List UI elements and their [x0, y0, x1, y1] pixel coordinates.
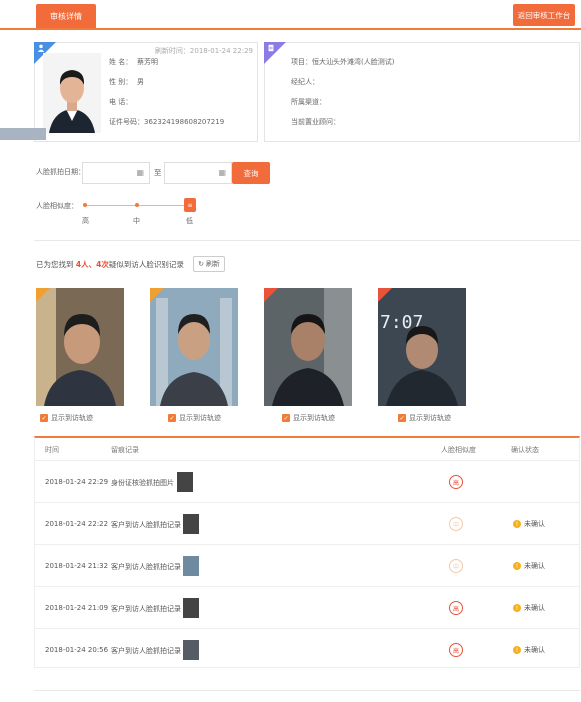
consultant-row: 当前置业顾问： [291, 118, 340, 126]
row-time: 2018-01-24 20:56 [45, 646, 109, 654]
level-low-label: 低 [186, 217, 193, 225]
level-medium-label: 中 [133, 217, 140, 225]
date-filter-label: 人脸抓拍日期： [36, 168, 85, 176]
column-header-record: 留痕记录 [111, 446, 139, 454]
visit-records-table: 时间 留痕记录 人脸相似度 确认状态 2018-01-24 22:29 身份证核… [34, 436, 580, 668]
customer-gender: 男 [137, 78, 144, 86]
tab-review-details[interactable]: 审核详情 [36, 4, 96, 28]
row-status: ! 未确认 [513, 603, 545, 613]
table-row[interactable]: 2018-01-24 21:09 客户到访人脸抓拍记录 高 ! 未确认 [35, 586, 579, 628]
row-time: 2018-01-24 22:29 [45, 478, 109, 486]
snapshot-3[interactable] [264, 288, 352, 406]
section-divider [34, 240, 580, 241]
warning-icon: ! [513, 646, 521, 654]
row-status: ! 未确认 [513, 519, 545, 529]
row-face-thumbnail[interactable] [177, 472, 193, 492]
row-time: 2018-01-24 22:22 [45, 520, 109, 528]
slider-stop-medium[interactable] [135, 203, 139, 207]
refresh-button[interactable]: ↻ 刷新 [193, 256, 225, 272]
snapshot-1[interactable] [36, 288, 124, 406]
channel-row: 所属渠道： [291, 98, 326, 106]
customer-id-number: 362324198608207219 [144, 118, 225, 126]
start-date-input[interactable]: ▦ [82, 162, 150, 184]
query-button[interactable]: 查询 [232, 162, 270, 184]
warning-icon: ! [513, 520, 521, 528]
customer-phone-row: 电 话： [109, 98, 133, 106]
customer-id-row: 证件号码：362324198608207219 [109, 118, 225, 126]
table-row[interactable]: 2018-01-24 20:56 客户到访人脸抓拍记录 高 ! 未确认 [35, 628, 579, 670]
warning-icon: ! [513, 604, 521, 612]
back-to-workbench-button[interactable]: 返回审核工作台 [513, 4, 575, 26]
project-card: 项目：恒大汕头外滩湾(人脸测试) 经纪人： 所属渠道： 当前置业顾问： [264, 42, 580, 142]
project-name: 恒大汕头外滩湾(人脸测试) [312, 58, 395, 66]
customer-gender-row: 性 别：男 [109, 78, 144, 86]
checkbox-checked-icon[interactable]: ✓ [282, 414, 290, 422]
checkbox-checked-icon[interactable]: ✓ [40, 414, 48, 422]
show-trajectory-checkbox-3[interactable]: ✓ 显示到访轨迹 [282, 413, 335, 423]
row-record: 客户到访人脸抓拍记录 [111, 647, 181, 655]
row-time: 2018-01-24 21:09 [45, 604, 109, 612]
row-status: ! 未确认 [513, 645, 545, 655]
show-trajectory-checkbox-4[interactable]: ✓ 显示到访轨迹 [398, 413, 451, 423]
checkbox-checked-icon[interactable]: ✓ [398, 414, 406, 422]
row-time: 2018-01-24 21:32 [45, 562, 109, 570]
agent-row: 经纪人： [291, 78, 319, 86]
result-summary: 已为您找到 4人、4次疑似到访人脸识别记录 [36, 260, 184, 269]
row-face-thumbnail[interactable] [183, 598, 199, 618]
table-row[interactable]: 2018-01-24 22:29 身份证核验抓拍图片 高 [35, 460, 579, 502]
checkbox-checked-icon[interactable]: ✓ [168, 414, 176, 422]
date-to-label: 至 [154, 168, 162, 177]
row-record: 身份证核验抓拍图片 [111, 479, 174, 487]
snapshot-4[interactable]: 7:07 [378, 288, 466, 406]
refresh-time: 刷新时间：2018-01-24 22:29 [154, 47, 253, 55]
row-status: ! 未确认 [513, 561, 545, 571]
refresh-icon: ↻ [198, 260, 204, 268]
row-similarity-badge: 高 [449, 475, 463, 489]
project-row: 项目：恒大汕头外滩湾(人脸测试) [291, 58, 395, 66]
customer-card: 刷新时间：2018-01-24 22:29 姓 名： 蔡芳明 性 别：男 电 话：… [34, 42, 258, 142]
row-face-thumbnail[interactable] [183, 640, 199, 660]
level-high-label: 高 [82, 217, 89, 225]
similarity-badge [36, 288, 50, 302]
show-trajectory-checkbox-1[interactable]: ✓ 显示到访轨迹 [40, 413, 93, 423]
similarity-badge [378, 288, 392, 302]
similarity-badge [264, 288, 278, 302]
slider-stop-high[interactable] [83, 203, 87, 207]
customer-name-row: 姓 名： 蔡芳明 [109, 58, 158, 66]
similarity-badge [150, 288, 164, 302]
table-row[interactable]: 2018-01-24 22:22 客户到访人脸抓拍记录 中 ! 未确认 [35, 502, 579, 544]
column-header-status: 确认状态 [511, 446, 539, 454]
row-face-thumbnail[interactable] [183, 514, 199, 534]
column-header-time: 时间 [45, 446, 59, 454]
similarity-slider-thumb[interactable]: ≡ [184, 198, 196, 212]
table-row[interactable]: 2018-01-24 21:32 客户到访人脸抓拍记录 中 ! 未确认 [35, 544, 579, 586]
end-date-input[interactable]: ▦ [164, 162, 232, 184]
row-record: 客户到访人脸抓拍记录 [111, 605, 181, 613]
similarity-filter-label: 人脸相似度： [36, 202, 78, 210]
column-header-similarity: 人脸相似度 [441, 446, 476, 454]
snapshot-2[interactable] [150, 288, 238, 406]
bottom-divider [34, 690, 580, 691]
row-similarity-badge: 高 [449, 643, 463, 657]
row-similarity-badge: 中 [449, 559, 463, 573]
row-face-thumbnail[interactable] [183, 556, 199, 576]
row-record: 客户到访人脸抓拍记录 [111, 563, 181, 571]
calendar-icon[interactable]: ▦ [218, 168, 226, 177]
warning-icon: ! [513, 562, 521, 570]
id-photo [43, 53, 101, 133]
row-similarity-badge: 高 [449, 601, 463, 615]
side-tab[interactable] [0, 128, 46, 140]
customer-name: 蔡芳明 [137, 58, 158, 66]
top-bar: 审核详情 返回审核工作台 [0, 0, 581, 30]
row-similarity-badge: 中 [449, 517, 463, 531]
document-icon [267, 44, 275, 54]
result-count: 4人、4次 [75, 260, 109, 269]
calendar-icon[interactable]: ▦ [136, 168, 144, 177]
show-trajectory-checkbox-2[interactable]: ✓ 显示到访轨迹 [168, 413, 221, 423]
row-record: 客户到访人脸抓拍记录 [111, 521, 181, 529]
